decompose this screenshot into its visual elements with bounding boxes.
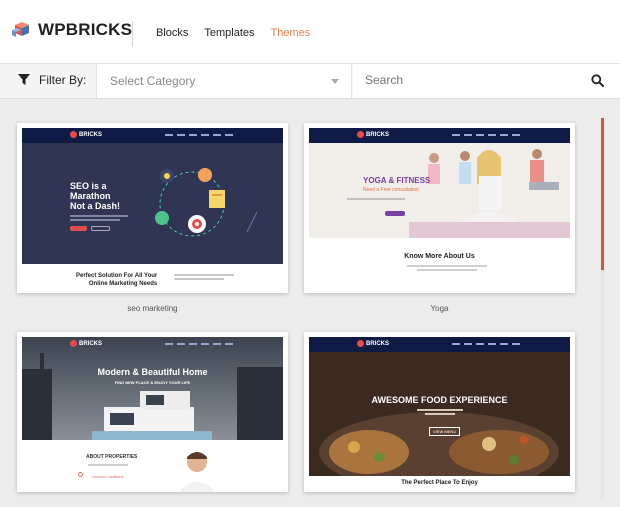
search-icon[interactable] (591, 74, 604, 87)
home-hero-sub: FIND NEW PLACE & ENJOY YOUR LIFE (114, 380, 191, 385)
preview-brand: BRICKS (79, 340, 103, 347)
yoga-hero-sub: Need a Free consultation (363, 187, 419, 193)
main-nav: Blocks Templates Themes (156, 27, 310, 39)
filter-funnel-icon (18, 74, 30, 85)
top-header: WPBRICKS Blocks Templates Themes (0, 0, 620, 64)
food-view-menu-button: VIEW MENU (429, 427, 461, 436)
category-select[interactable]: Select Category (96, 64, 352, 98)
agent-photo (179, 452, 215, 492)
seo-hero-title: SEO is a Marathon Not a Dash! (70, 181, 121, 211)
home-section-sub: Various Locations (92, 474, 124, 479)
seo-footer-text: Perfect Solution For All Your Online Mar… (76, 273, 158, 287)
nav-themes[interactable]: Themes (271, 27, 311, 39)
seo-illustration (155, 168, 258, 237)
logo[interactable]: WPBRICKS (11, 20, 132, 40)
header-divider (132, 21, 133, 47)
search-input[interactable] (365, 73, 575, 87)
preview-navbar: BRICKS (309, 337, 570, 352)
food-hero-title: AWESOME FOOD EXPERIENCE (371, 395, 508, 405)
theme-preview: BRICKS Modern & Beautiful Home FIND NEW … (22, 337, 283, 492)
filter-by: Filter By: (18, 73, 86, 87)
filter-bar: Filter By: Select Category (0, 64, 620, 99)
theme-card-seo[interactable]: BRICKS SEO is a Marathon Not a Dash! Per… (17, 123, 288, 293)
theme-card-home[interactable]: BRICKS Modern & Beautiful Home FIND NEW … (17, 332, 288, 492)
category-select-placeholder: Select Category (110, 74, 196, 88)
chevron-down-icon (331, 79, 339, 84)
food-section-title: The Perfect Place To Enjoy (401, 480, 478, 486)
nav-templates[interactable]: Templates (204, 27, 254, 39)
theme-card-yoga[interactable]: BRICKS YOGA & FITNESS Need a Free consul… (304, 123, 575, 293)
yoga-section-title: Know More About Us (404, 253, 475, 260)
preview-brand: BRICKS (79, 131, 103, 138)
preview-navbar: BRICKS (309, 128, 570, 143)
yoga-hero-title: YOGA & FITNESS (363, 176, 431, 185)
logo-text: WPBRICKS (38, 20, 133, 39)
theme-preview: BRICKS AWESOME FOOD EXPERIENCE VIEW MENU… (309, 337, 570, 492)
theme-preview: BRICKS SEO is a Marathon Not a Dash! Per… (22, 128, 283, 288)
theme-preview: BRICKS YOGA & FITNESS Need a Free consul… (309, 128, 570, 288)
preview-brand: BRICKS (366, 340, 390, 347)
wpbricks-app: WPBRICKS Blocks Templates Themes Filter … (0, 0, 620, 507)
cube-logo-icon (12, 22, 29, 37)
nav-blocks[interactable]: Blocks (156, 27, 188, 39)
house-illustration (22, 353, 283, 440)
theme-card-food[interactable]: BRICKS AWESOME FOOD EXPERIENCE VIEW MENU… (304, 332, 575, 492)
yoga-illustration (409, 149, 570, 238)
theme-caption-yoga: Yoga (430, 304, 449, 313)
home-hero-title: Modern & Beautiful Home (97, 367, 208, 377)
filter-label: Filter By: (39, 73, 87, 87)
theme-caption-seo: seo marketing (127, 304, 178, 313)
preview-navbar: BRICKS (22, 128, 283, 143)
preview-brand: BRICKS (366, 131, 390, 138)
home-section-title: ABOUT PROPERTIES (86, 454, 138, 460)
scrollbar-thumb[interactable] (601, 118, 604, 270)
search-box (353, 64, 620, 98)
